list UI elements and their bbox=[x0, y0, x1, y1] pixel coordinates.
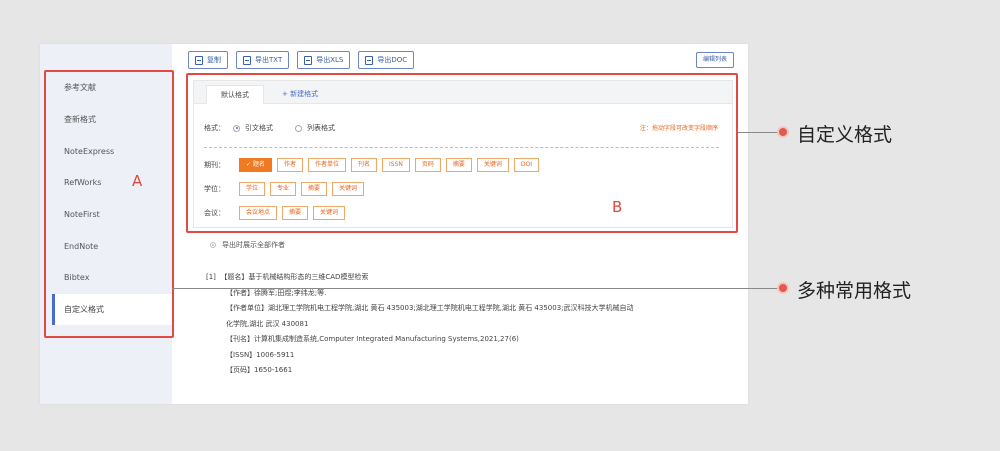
reference-journal: 【刊名】计算机集成制造系统,Computer Integrated Manufa… bbox=[226, 335, 519, 343]
field-tag-abstract[interactable]: 摘要 bbox=[282, 206, 309, 220]
drag-hint: 注：拖动字段可改变字段顺序 bbox=[639, 125, 718, 132]
export-icon bbox=[304, 55, 313, 65]
tab-new-format[interactable]: + 新建格式 bbox=[282, 85, 318, 104]
field-tag-affiliation[interactable]: 作者单位 bbox=[307, 158, 346, 172]
reference-affiliation: 【作者单位】湖北理工学院机电工程学院,湖北 黄石 435003;湖北理工学院机电… bbox=[226, 304, 634, 312]
field-tag-title[interactable]: ✓ 题名 bbox=[239, 158, 272, 172]
citation-format-label: 引文格式 bbox=[245, 124, 273, 132]
reference-index: [1] bbox=[206, 273, 216, 281]
annotation-box-a bbox=[44, 70, 174, 338]
field-tag-abstract[interactable]: 摘要 bbox=[301, 182, 328, 196]
journal-label: 期刊： bbox=[204, 161, 225, 169]
toolbar: 复制 导出TXT 导出XLS 导出DOC bbox=[188, 51, 415, 69]
export-xls-label: 导出XLS bbox=[316, 56, 344, 64]
export-txt-label: 导出TXT bbox=[255, 56, 283, 64]
list-format-label: 列表格式 bbox=[307, 124, 335, 132]
callout-line-common bbox=[172, 288, 782, 289]
conference-label: 会议： bbox=[204, 209, 225, 217]
edit-list-button[interactable]: 编辑列表 bbox=[696, 52, 735, 68]
export-xls-button[interactable]: 导出XLS bbox=[297, 51, 351, 69]
field-tag-issn[interactable]: ISSN bbox=[381, 158, 410, 172]
degree-field-row: 学位： 学位 专业 摘要 关键词 bbox=[204, 182, 365, 196]
reference-issn: 【ISSN】1006-5911 bbox=[226, 350, 295, 359]
export-icon bbox=[365, 55, 374, 65]
field-tag-degree[interactable]: 学位 bbox=[239, 182, 266, 196]
copy-icon bbox=[195, 55, 203, 65]
copy-button-label: 复制 bbox=[207, 56, 221, 64]
field-tag-doi[interactable]: DOI bbox=[513, 158, 540, 172]
journal-field-row: 期刊： ✓ 题名 作者 作者单位 刊名 ISSN 页码 摘要 关键词 DOI bbox=[204, 158, 540, 172]
field-tag-keywords[interactable]: 关键词 bbox=[332, 182, 365, 196]
callout-dot-custom bbox=[777, 126, 789, 138]
reference-pages: 【页码】1650-1661 bbox=[226, 366, 293, 374]
callout-common-formats: 多种常用格式 bbox=[797, 280, 912, 302]
reference-title-line: [1] 【题名】基于机械结构形态的三维CAD模型检索 bbox=[206, 270, 726, 286]
option-radio bbox=[210, 242, 216, 248]
field-tag-venue[interactable]: 会议地点 bbox=[239, 206, 278, 220]
callout-dot-common bbox=[777, 282, 789, 294]
export-doc-label: 导出DOC bbox=[377, 56, 408, 64]
format-tabs: 默认格式 + 新建格式 bbox=[194, 81, 732, 104]
radio-citation-format[interactable] bbox=[233, 124, 240, 132]
field-tag-keywords[interactable]: 关键词 bbox=[313, 206, 346, 220]
copy-button[interactable]: 复制 bbox=[188, 51, 228, 69]
export-txt-button[interactable]: 导出TXT bbox=[236, 51, 290, 69]
export-doc-button[interactable]: 导出DOC bbox=[358, 51, 415, 69]
field-tag-pages[interactable]: 页码 bbox=[414, 158, 441, 172]
degree-label: 学位： bbox=[204, 185, 225, 193]
conference-field-row: 会议： 会议地点 摘要 关键词 bbox=[204, 206, 346, 220]
export-all-authors-label: 导出时展示全部作者 bbox=[222, 241, 285, 249]
app-window: 参考文献 查新格式 NoteExpress RefWorks NoteFirst… bbox=[40, 44, 748, 404]
reference-preview: [1] 【题名】基于机械结构形态的三维CAD模型检索 【作者】徐腾军;田煜;李纬… bbox=[206, 270, 726, 379]
export-icon bbox=[243, 55, 251, 65]
tab-default-format[interactable]: 默认格式 bbox=[206, 85, 264, 104]
field-tag-journal[interactable]: 刊名 bbox=[350, 158, 377, 172]
callout-line-custom bbox=[738, 132, 782, 133]
field-tag-abstract[interactable]: 摘要 bbox=[445, 158, 472, 172]
annotation-label-b: B bbox=[612, 198, 623, 216]
reference-affiliation-cont: 化学院,湖北 武汉 430081 bbox=[226, 319, 309, 328]
annotation-label-a: A bbox=[132, 172, 143, 190]
callout-custom-format: 自定义格式 bbox=[797, 124, 893, 146]
divider bbox=[204, 147, 719, 148]
export-all-authors-option[interactable]: 导出时展示全部作者 bbox=[210, 240, 285, 250]
field-tag-major[interactable]: 专业 bbox=[270, 182, 297, 196]
format-label: 格式： bbox=[204, 124, 225, 132]
reference-title: 【题名】基于机械结构形态的三维CAD模型检索 bbox=[220, 273, 369, 281]
format-selector: 格式： 引文格式 列表格式 bbox=[204, 123, 335, 133]
format-panel: 默认格式 + 新建格式 格式： 引文格式 列表格式 注：拖动字段可改变字段顺序 … bbox=[193, 80, 733, 228]
radio-list-format[interactable] bbox=[295, 124, 302, 132]
field-tag-keywords[interactable]: 关键词 bbox=[476, 158, 509, 172]
field-tag-author[interactable]: 作者 bbox=[276, 158, 303, 172]
